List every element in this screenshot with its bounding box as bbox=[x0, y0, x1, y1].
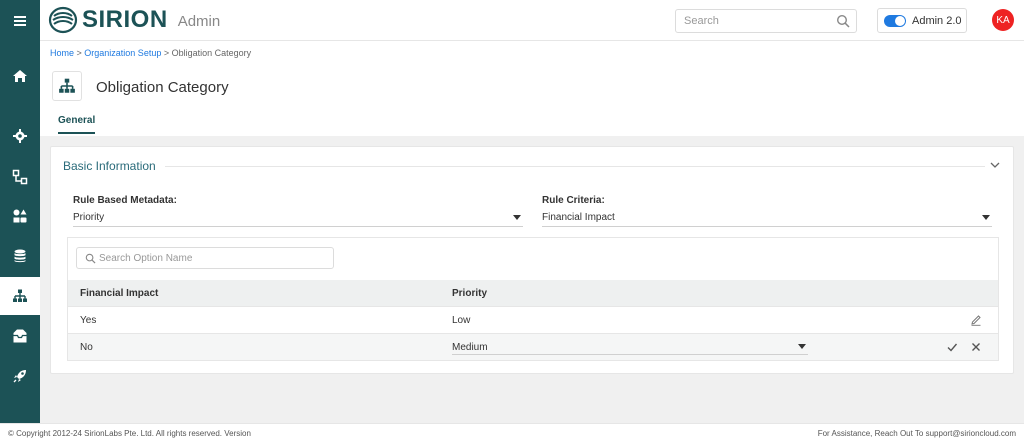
org-chart-icon[interactable] bbox=[0, 277, 40, 315]
top-bar: SIRION Admin Admin 2.0 KA bbox=[40, 0, 1024, 41]
home-icon[interactable] bbox=[0, 57, 40, 95]
gear-icon[interactable] bbox=[0, 117, 40, 155]
edit-icon[interactable] bbox=[970, 314, 982, 326]
rule-metadata-value: Priority bbox=[73, 212, 104, 223]
section-divider bbox=[165, 166, 985, 167]
rule-criteria-label: Rule Criteria: bbox=[542, 195, 605, 206]
toggle-label: Admin 2.0 bbox=[912, 15, 962, 27]
chevron-down-icon[interactable] bbox=[989, 159, 1001, 171]
basic-information-card: Basic Information Rule Based Metadata: P… bbox=[50, 146, 1014, 374]
breadcrumb: Home > Organization Setup > Obligation C… bbox=[50, 48, 251, 58]
priority-select[interactable]: Medium bbox=[452, 339, 808, 355]
close-icon[interactable] bbox=[970, 341, 982, 353]
brand-logo[interactable]: SIRION Admin bbox=[48, 6, 220, 34]
toggle-knob bbox=[895, 16, 905, 26]
rule-metadata-label: Rule Based Metadata: bbox=[73, 195, 177, 206]
footer: © Copyright 2012-24 SirionLabs Pte. Ltd.… bbox=[0, 423, 1024, 441]
option-search-input[interactable] bbox=[99, 248, 329, 268]
check-icon[interactable] bbox=[946, 341, 958, 353]
rule-criteria-value: Financial Impact bbox=[542, 212, 615, 223]
column-header-priority: Priority bbox=[452, 288, 487, 299]
page-title-icon bbox=[52, 71, 82, 101]
rocket-icon[interactable] bbox=[0, 357, 40, 395]
page-title: Obligation Category bbox=[96, 79, 229, 96]
global-search bbox=[675, 9, 857, 33]
section-title: Basic Information bbox=[63, 159, 156, 173]
support-text: For Assistance, Reach Out To support@sir… bbox=[818, 429, 1016, 438]
sidebar bbox=[0, 0, 40, 423]
sirion-logo-icon bbox=[48, 6, 78, 34]
workflow-icon[interactable] bbox=[0, 158, 40, 196]
tab-general[interactable]: General bbox=[58, 115, 95, 134]
toggle-switch[interactable] bbox=[884, 15, 906, 27]
copyright-text: © Copyright 2012-24 SirionLabs Pte. Ltd.… bbox=[8, 429, 251, 438]
rule-metadata-select[interactable]: Priority bbox=[73, 209, 523, 227]
table-header: Financial Impact Priority bbox=[68, 280, 998, 307]
database-icon[interactable] bbox=[0, 237, 40, 275]
org-chart-icon bbox=[58, 77, 76, 95]
priority-select-value: Medium bbox=[452, 342, 488, 353]
page-header: Home > Organization Setup > Obligation C… bbox=[40, 41, 1024, 136]
table-row-editing: No Medium bbox=[68, 334, 998, 361]
cell-financial-impact: Yes bbox=[80, 315, 96, 326]
breadcrumb-separator: > bbox=[161, 48, 171, 58]
breadcrumb-home[interactable]: Home bbox=[50, 48, 74, 58]
cell-priority: Low bbox=[452, 315, 470, 326]
inbox-icon[interactable] bbox=[0, 317, 40, 355]
search-icon[interactable] bbox=[836, 14, 850, 28]
table-row: Yes Low bbox=[68, 307, 998, 334]
apps-icon[interactable] bbox=[0, 197, 40, 235]
breadcrumb-separator: > bbox=[74, 48, 84, 58]
menu-icon[interactable] bbox=[0, 2, 40, 40]
breadcrumb-organization-setup[interactable]: Organization Setup bbox=[84, 48, 161, 58]
options-panel: Financial Impact Priority Yes Low No Med… bbox=[67, 237, 999, 361]
options-table: Financial Impact Priority Yes Low No Med… bbox=[68, 280, 998, 361]
brand-suffix: Admin bbox=[178, 13, 221, 30]
rule-criteria-select[interactable]: Financial Impact bbox=[542, 209, 992, 227]
column-header-financial-impact: Financial Impact bbox=[80, 288, 158, 299]
caret-down-icon bbox=[798, 344, 806, 349]
global-search-input[interactable] bbox=[676, 10, 826, 32]
caret-down-icon bbox=[513, 215, 521, 220]
caret-down-icon bbox=[982, 215, 990, 220]
option-search bbox=[76, 247, 334, 269]
search-icon bbox=[85, 253, 96, 264]
avatar[interactable]: KA bbox=[992, 9, 1014, 31]
cell-financial-impact: No bbox=[80, 342, 93, 353]
admin-version-toggle[interactable]: Admin 2.0 bbox=[877, 8, 967, 33]
breadcrumb-current: Obligation Category bbox=[172, 48, 252, 58]
brand-name: SIRION bbox=[82, 6, 168, 34]
